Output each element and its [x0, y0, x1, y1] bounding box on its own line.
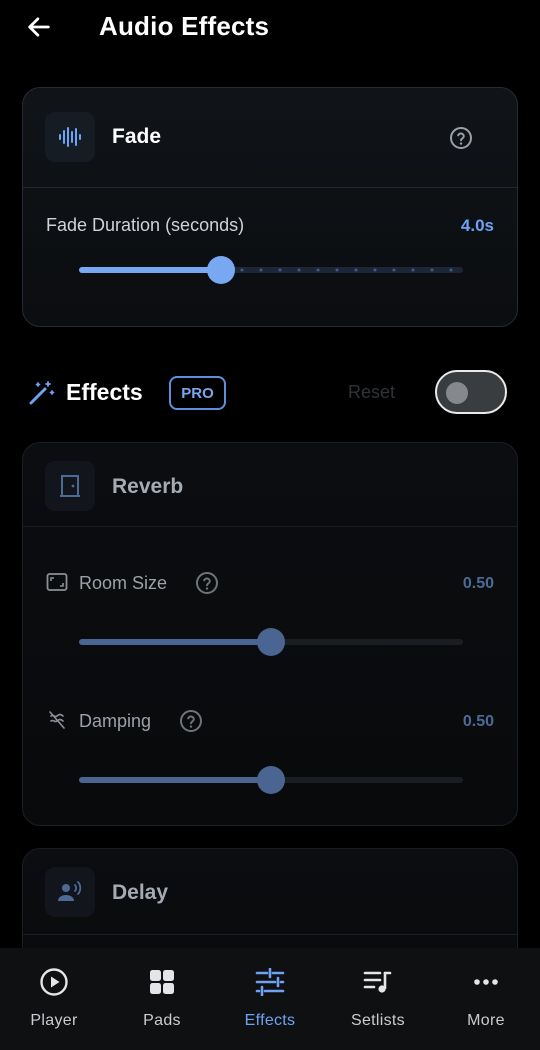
help-circle-icon [196, 572, 218, 594]
nav-pads-icon-wrap [108, 966, 216, 998]
help-circle-icon [450, 127, 472, 149]
fade-slider-thumb[interactable] [207, 256, 236, 284]
damping-label: Damping [79, 711, 152, 731]
effects-toggle[interactable] [435, 370, 507, 414]
reverb-title: Reverb [112, 475, 184, 498]
queue-music-icon [363, 971, 392, 993]
nav-player[interactable]: Player [0, 948, 108, 1050]
door-icon [60, 475, 80, 497]
room-size-thumb[interactable] [257, 628, 285, 656]
nav-pads-label: Pads [143, 1012, 181, 1029]
arrow-left-icon [28, 17, 50, 37]
waveform-icon [59, 127, 81, 147]
room-size-help-button[interactable] [195, 571, 219, 600]
reset-button[interactable]: Reset [348, 382, 395, 403]
bottom-navigation: Player Pads Effects Setlists More [0, 948, 540, 1050]
fade-duration-label: Fade Duration (seconds) [46, 215, 245, 235]
damping-track-active [79, 777, 269, 783]
magic-wand-icon [29, 381, 55, 405]
wave-off-icon [49, 711, 65, 729]
delay-card-header: Delay [23, 849, 517, 935]
fade-title: Fade [112, 125, 162, 148]
nav-player-icon-wrap [0, 966, 108, 998]
reverb-card-header: Reverb [23, 443, 517, 527]
fade-duration-slider[interactable] [79, 256, 463, 284]
nav-player-label: Player [30, 1012, 78, 1029]
delay-title: Delay [112, 881, 169, 904]
fade-duration-value: 4.0s [460, 216, 494, 235]
fade-card: Fade Fade Duration (seconds) 4.0s [22, 87, 518, 327]
nav-setlists-icon-wrap [324, 966, 432, 998]
aspect-ratio-icon [46, 573, 68, 591]
reverb-card: Reverb Room Size 0.50 Damping 0.50 [22, 442, 518, 826]
grid-icon [150, 970, 174, 994]
fade-card-header: Fade [23, 88, 517, 188]
more-horizontal-icon [474, 979, 498, 985]
fade-icon-box [45, 112, 95, 162]
effects-header-row: Effects PRO Reset [0, 368, 540, 418]
room-size-label: Room Size [79, 573, 168, 593]
help-circle-icon [180, 710, 202, 732]
delay-icon-box [45, 867, 95, 917]
page-title: Audio Effects [99, 11, 270, 41]
record-voice-icon [58, 881, 82, 901]
nav-setlists[interactable]: Setlists [324, 948, 432, 1050]
nav-effects-label: Effects [244, 1012, 296, 1029]
effects-title: Effects [66, 379, 143, 405]
room-size-value: 0.50 [462, 575, 494, 592]
pro-badge: PRO [169, 376, 226, 410]
play-circle-icon [40, 968, 68, 996]
tune-icon [255, 968, 285, 996]
fade-slider-ticks [240, 268, 453, 272]
nav-pads[interactable]: Pads [108, 948, 216, 1050]
damping-thumb[interactable] [257, 766, 285, 794]
damping-slider[interactable] [79, 766, 463, 794]
back-button[interactable] [24, 12, 54, 42]
nav-more[interactable]: More [432, 948, 540, 1050]
fade-help-button[interactable] [449, 126, 473, 155]
nav-effects[interactable]: Effects [216, 948, 324, 1050]
reverb-icon-box [45, 461, 95, 511]
damping-help-button[interactable] [179, 709, 203, 738]
nav-more-icon-wrap [432, 966, 540, 998]
room-size-track-active [79, 639, 269, 645]
top-app-bar: Audio Effects [0, 0, 540, 56]
damping-value: 0.50 [462, 713, 494, 730]
nav-setlists-label: Setlists [351, 1012, 405, 1029]
nav-more-label: More [467, 1012, 505, 1029]
room-size-slider[interactable] [79, 628, 463, 656]
nav-effects-icon-wrap [216, 966, 324, 998]
effects-toggle-knob [446, 382, 468, 404]
